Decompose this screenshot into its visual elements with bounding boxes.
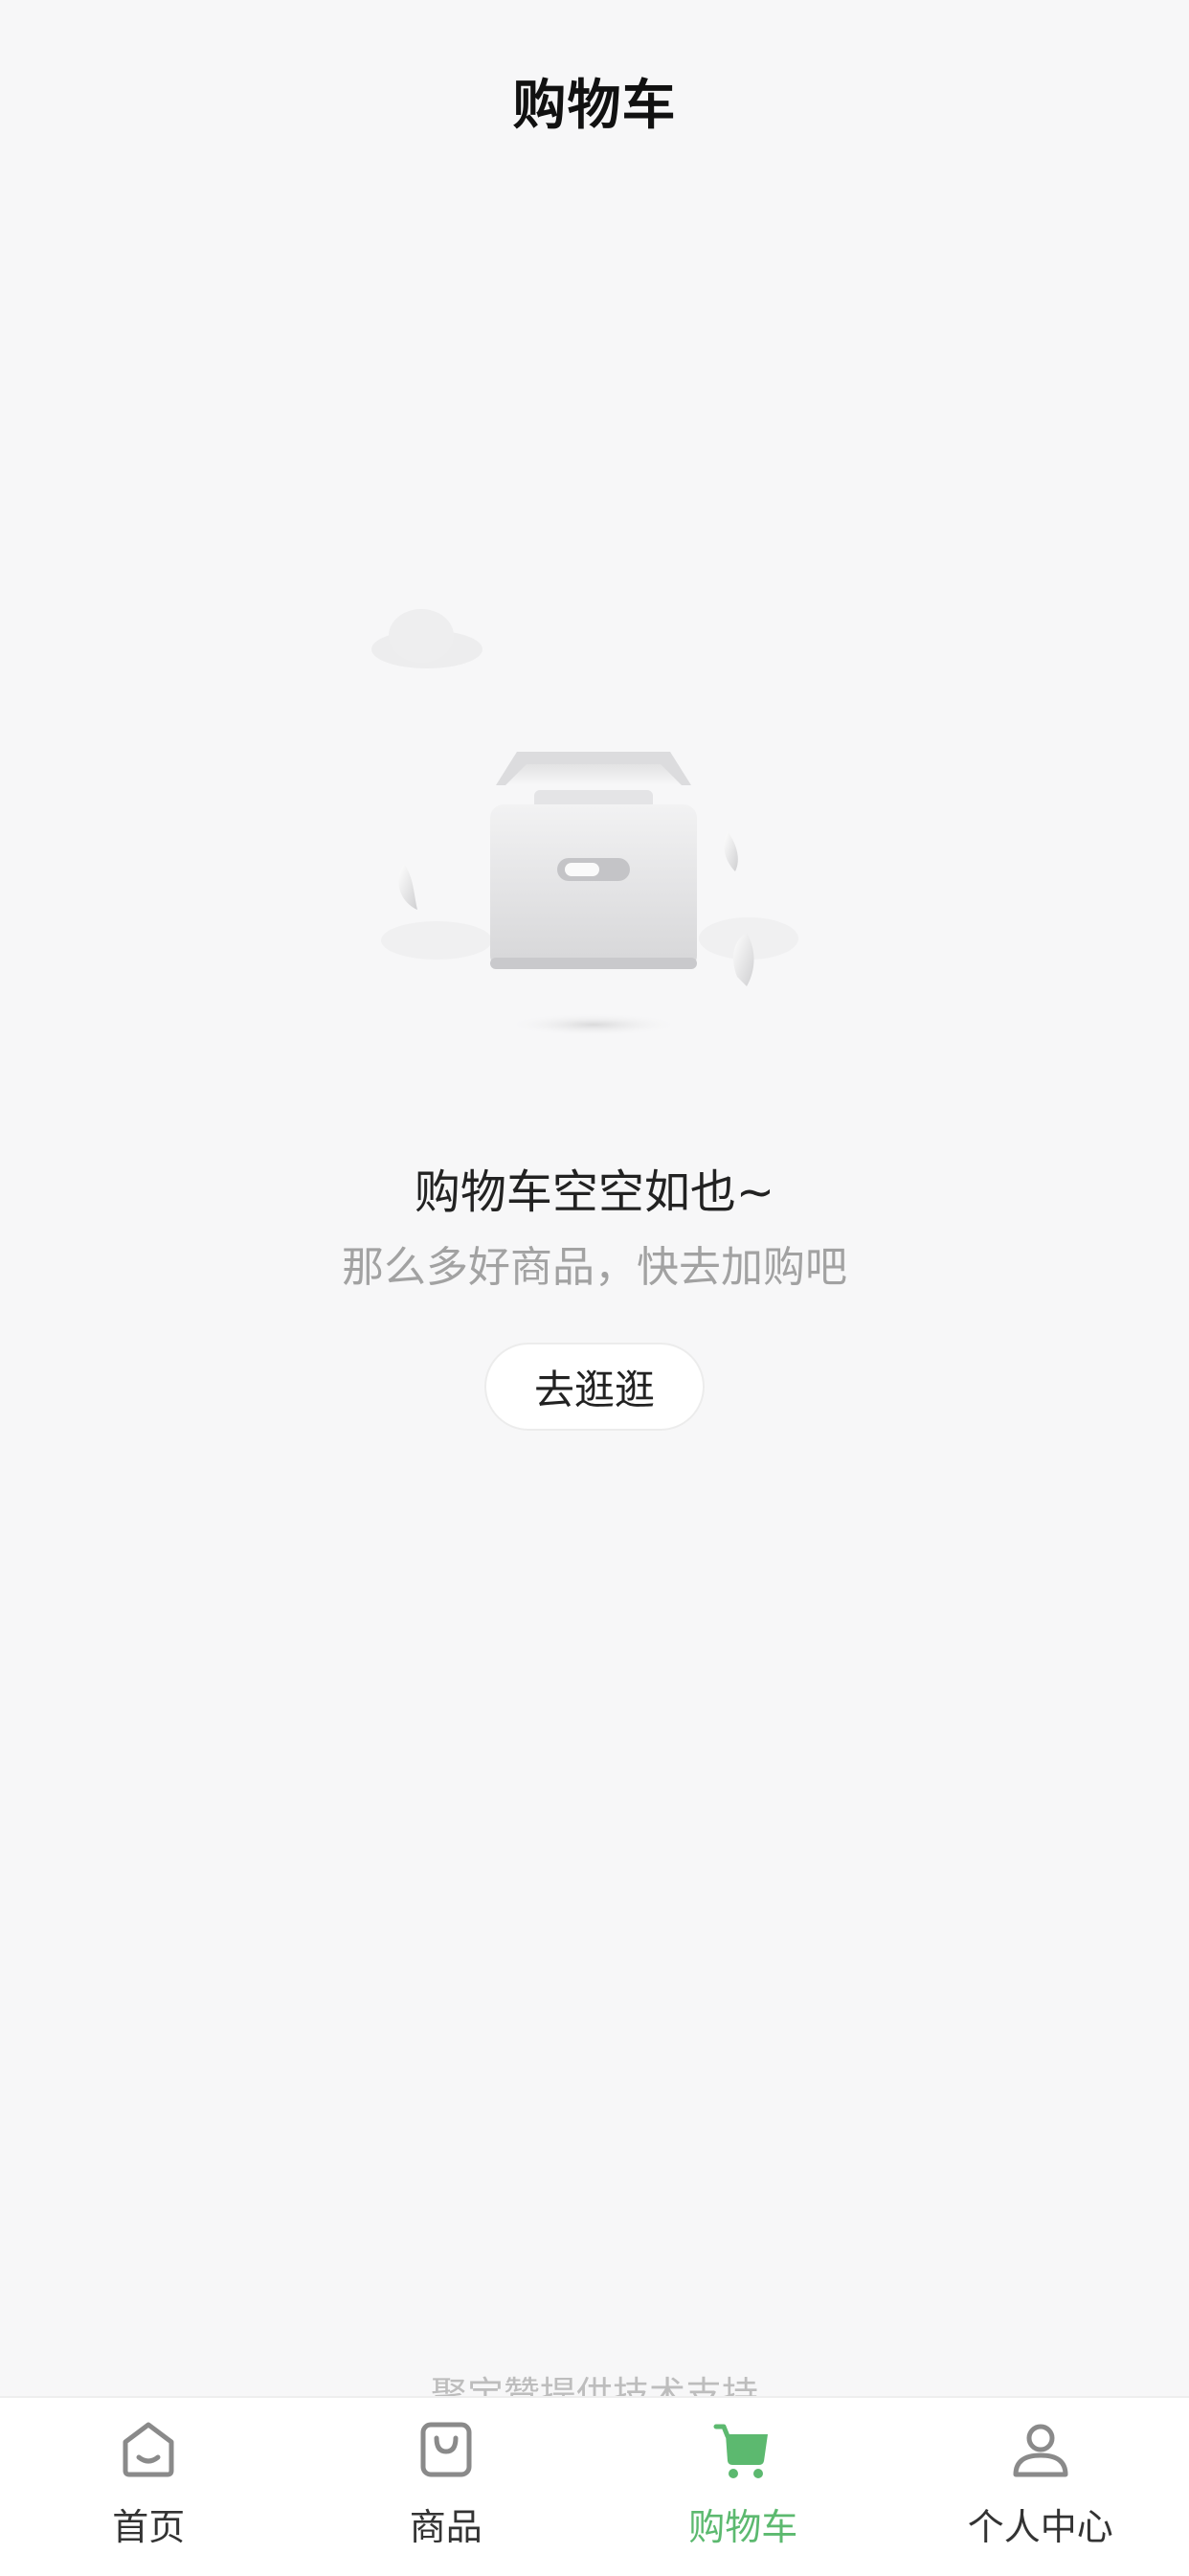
page-header: 购物车 — [0, 0, 1189, 201]
tab-home-label: 首页 — [112, 2497, 185, 2550]
shopping-bag-icon — [412, 2415, 481, 2484]
cart-icon — [708, 2415, 777, 2484]
tab-home[interactable]: 首页 — [0, 2398, 298, 2576]
home-icon — [114, 2415, 183, 2484]
tab-profile[interactable]: 个人中心 — [892, 2398, 1189, 2576]
tab-products-label: 商品 — [410, 2497, 482, 2550]
empty-cart-title: 购物车空空如也~ — [0, 1154, 1189, 1221]
tab-products[interactable]: 商品 — [298, 2398, 595, 2576]
empty-cart-subtitle: 那么多好商品，快去加购吧 — [0, 1232, 1189, 1294]
page-title: 购物车 — [513, 62, 677, 140]
go-shopping-button[interactable]: 去逛逛 — [484, 1343, 705, 1431]
user-icon — [1006, 2415, 1075, 2484]
home-indicator — [0, 2568, 1189, 2574]
tab-profile-label: 个人中心 — [968, 2497, 1113, 2550]
tab-cart[interactable]: 购物车 — [594, 2398, 892, 2576]
bottom-tab-bar: 首页 商品 购物车 个人中心 — [0, 2396, 1189, 2576]
tab-cart-label: 购物车 — [688, 2497, 797, 2550]
empty-box-illustration — [354, 594, 833, 1044]
